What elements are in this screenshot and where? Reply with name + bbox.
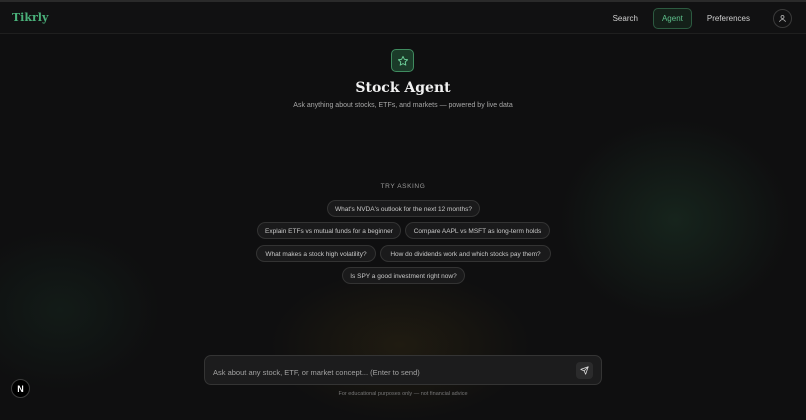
chat-input[interactable] bbox=[211, 365, 565, 379]
background-glow bbox=[0, 230, 160, 390]
send-button[interactable] bbox=[576, 362, 593, 379]
suggestion-chip[interactable]: Explain ETFs vs mutual funds for a begin… bbox=[257, 222, 401, 239]
user-icon bbox=[779, 15, 786, 23]
suggestion-chip[interactable]: What makes a stock high volatility? bbox=[256, 245, 376, 262]
suggestion-chip[interactable]: How do dividends work and which stocks p… bbox=[380, 245, 551, 262]
disclaimer-text: For educational purposes only — not fina… bbox=[338, 391, 468, 397]
star-icon bbox=[397, 55, 408, 66]
suggestion-chip[interactable]: Compare AAPL vs MSFT as long-term holds bbox=[405, 222, 550, 239]
main-nav: Search Agent Preferences bbox=[604, 8, 792, 29]
agent-badge bbox=[391, 49, 414, 72]
dev-tools-badge[interactable]: N bbox=[11, 379, 30, 398]
suggestions-heading: TRY ASKING bbox=[380, 183, 426, 190]
page-title: Stock Agent bbox=[355, 80, 451, 96]
background-glow bbox=[560, 120, 790, 320]
top-navigation-bar: Tikrly Search Agent Preferences bbox=[0, 0, 806, 34]
nav-search[interactable]: Search bbox=[604, 8, 647, 29]
nav-agent[interactable]: Agent bbox=[652, 8, 692, 29]
chat-composer bbox=[204, 355, 602, 385]
brand-logo[interactable]: Tikrly bbox=[12, 11, 48, 24]
page-subtitle: Ask anything about stocks, ETFs, and mar… bbox=[293, 102, 513, 109]
send-icon bbox=[580, 366, 589, 375]
suggestion-chip[interactable]: Is SPY a good investment right now? bbox=[342, 267, 465, 284]
user-avatar-button[interactable] bbox=[773, 9, 792, 28]
nav-preferences[interactable]: Preferences bbox=[698, 8, 759, 29]
background-glow bbox=[270, 270, 530, 420]
suggestion-chip[interactable]: What's NVDA's outlook for the next 12 mo… bbox=[327, 200, 480, 217]
